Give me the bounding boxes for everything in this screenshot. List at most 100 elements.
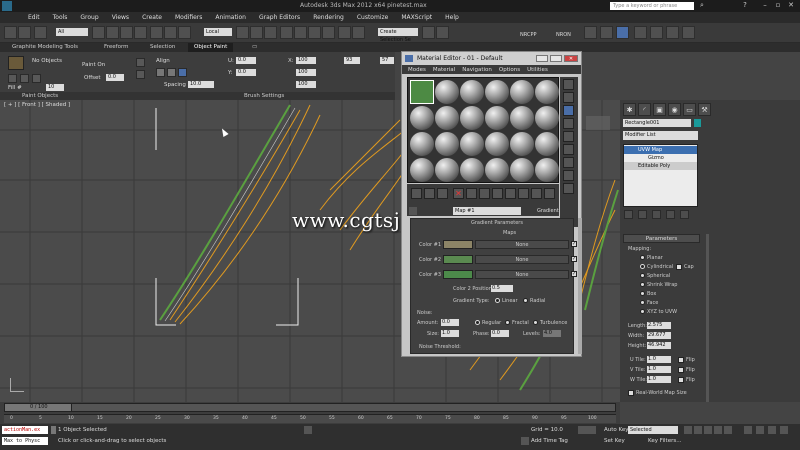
motion-tab-icon[interactable]: ◉: [668, 103, 681, 116]
maximize-icon[interactable]: ▫: [773, 1, 783, 10]
keyboard-shortcut-icon[interactable]: [264, 26, 277, 39]
scale-z-input[interactable]: 57: [380, 57, 394, 64]
viewcube-icon[interactable]: [586, 116, 610, 130]
select-by-name-icon[interactable]: [106, 26, 119, 39]
edit-list-icon[interactable]: [20, 74, 29, 83]
backlight-icon[interactable]: [563, 92, 574, 103]
select-by-material-icon[interactable]: [563, 170, 574, 181]
set-key-button[interactable]: Set Key: [604, 438, 625, 444]
offset-input[interactable]: 0.0: [106, 74, 124, 81]
lock-selection-icon[interactable]: [304, 426, 312, 434]
sample-type-icon[interactable]: [563, 79, 574, 90]
wtile-flip-checkbox[interactable]: [678, 377, 684, 383]
snap-icon[interactable]: [280, 26, 293, 39]
angle-snap-icon[interactable]: [294, 26, 307, 39]
fill-number-input[interactable]: 10: [46, 84, 64, 91]
key-filters-button[interactable]: Key Filters...: [648, 438, 681, 444]
align-label[interactable]: Align: [156, 58, 170, 64]
color1-map-checkbox[interactable]: ✓: [571, 241, 577, 247]
make-preview-icon[interactable]: [563, 144, 574, 155]
sample-slot[interactable]: [485, 158, 509, 182]
edit-named-sets-icon[interactable]: [338, 26, 351, 39]
make-unique-icon[interactable]: [479, 188, 490, 199]
sample-slot[interactable]: [510, 80, 534, 104]
tab-graphite-modeling[interactable]: Graphite Modeling Tools: [6, 43, 84, 52]
video-color-check-icon[interactable]: [563, 131, 574, 142]
mirror-icon[interactable]: [352, 26, 365, 39]
help-icon[interactable]: ?: [740, 1, 750, 10]
sample-slot[interactable]: [485, 106, 509, 130]
play-icon[interactable]: [704, 426, 712, 434]
spacing-input[interactable]: 10.0: [188, 81, 214, 88]
me-menu-navigation[interactable]: Navigation: [462, 67, 492, 73]
sample-slot[interactable]: [435, 80, 459, 104]
prev-frame-icon[interactable]: [694, 426, 702, 434]
me-scrollbar[interactable]: [578, 218, 582, 354]
material-map-navigator-icon[interactable]: [563, 183, 574, 194]
display-tab-icon[interactable]: ▭: [683, 103, 696, 116]
me-menu-utilities[interactable]: Utilities: [527, 67, 548, 73]
undo-icon[interactable]: [4, 26, 17, 39]
make-unique-icon[interactable]: [652, 210, 661, 219]
ribbon-options-icon[interactable]: ▭: [246, 43, 263, 52]
pivot-icon[interactable]: [236, 26, 249, 39]
me-menu-material[interactable]: Material: [433, 67, 455, 73]
menu-maxscript[interactable]: MAXScript: [401, 14, 432, 21]
go-to-parent-icon[interactable]: [544, 188, 555, 199]
wtile-input[interactable]: 1.0: [647, 376, 671, 383]
utilities-tab-icon[interactable]: ⚒: [698, 103, 711, 116]
sample-slot[interactable]: [535, 106, 559, 130]
size-input[interactable]: 1.0: [441, 330, 459, 337]
toolbar-label-nrcpp[interactable]: NRCPP: [520, 32, 537, 38]
axis-z-button[interactable]: [178, 68, 187, 77]
maxscript-listener-1[interactable]: actionMan.ex: [2, 426, 48, 434]
menu-rendering[interactable]: Rendering: [313, 14, 344, 21]
spinner-snap-icon[interactable]: [322, 26, 335, 39]
select-manipulate-icon[interactable]: [250, 26, 263, 39]
time-tag-icon[interactable]: [521, 437, 529, 445]
pick-object-icon[interactable]: [8, 74, 17, 83]
color3-map-button[interactable]: None: [475, 270, 569, 279]
scale-icon[interactable]: [178, 26, 191, 39]
y2-input[interactable]: 100: [296, 69, 316, 76]
color3-swatch[interactable]: [443, 270, 473, 279]
make-copy-icon[interactable]: [466, 188, 477, 199]
sample-slot[interactable]: [535, 158, 559, 182]
stack-item-gizmo[interactable]: Gizmo: [624, 154, 697, 162]
gradient-radial-radio[interactable]: [523, 298, 528, 303]
levels-input[interactable]: 4.0: [543, 330, 561, 337]
no-objects-label[interactable]: No Objects: [32, 58, 62, 64]
vtile-input[interactable]: 1.0: [647, 366, 671, 373]
select-object-icon[interactable]: [92, 26, 105, 39]
material-id-icon[interactable]: [505, 188, 516, 199]
gradient-linear-radio[interactable]: [495, 298, 500, 303]
map-name-input[interactable]: Map #1: [453, 207, 521, 215]
width-input[interactable]: 29.677: [647, 332, 671, 339]
auto-key-mode-dropdown[interactable]: Selected: [628, 426, 678, 434]
fill-icon[interactable]: [136, 70, 145, 79]
sample-slot[interactable]: [460, 106, 484, 130]
color2-position-input[interactable]: 0.5: [491, 285, 513, 292]
menu-modifiers[interactable]: Modifiers: [175, 14, 202, 21]
sample-slot[interactable]: [535, 132, 559, 156]
sample-slot[interactable]: [435, 106, 459, 130]
sample-slot[interactable]: [410, 158, 434, 182]
pin-stack-icon[interactable]: [624, 210, 633, 219]
toolbar-label-nron[interactable]: NRON: [556, 32, 571, 38]
me-maximize-icon[interactable]: [550, 55, 562, 62]
utile-input[interactable]: 1.0: [647, 356, 671, 363]
sample-slot-active[interactable]: [410, 80, 434, 104]
link-icon[interactable]: [34, 26, 47, 39]
noise-regular-radio[interactable]: [475, 320, 480, 325]
maximize-viewport-icon[interactable]: [780, 426, 788, 434]
mapping-spherical-radio[interactable]: [640, 273, 645, 278]
length-input[interactable]: 2.575: [647, 322, 671, 329]
vtile-flip-checkbox[interactable]: [678, 367, 684, 373]
uv-tiling-icon[interactable]: [563, 118, 574, 129]
render-icon[interactable]: [666, 26, 679, 39]
color3-map-checkbox[interactable]: ✓: [571, 271, 577, 277]
configure-modifier-sets-icon[interactable]: [680, 210, 689, 219]
scale-x-input[interactable]: 93: [344, 57, 360, 64]
put-to-library-icon[interactable]: [492, 188, 503, 199]
render-production-icon[interactable]: [682, 26, 695, 39]
